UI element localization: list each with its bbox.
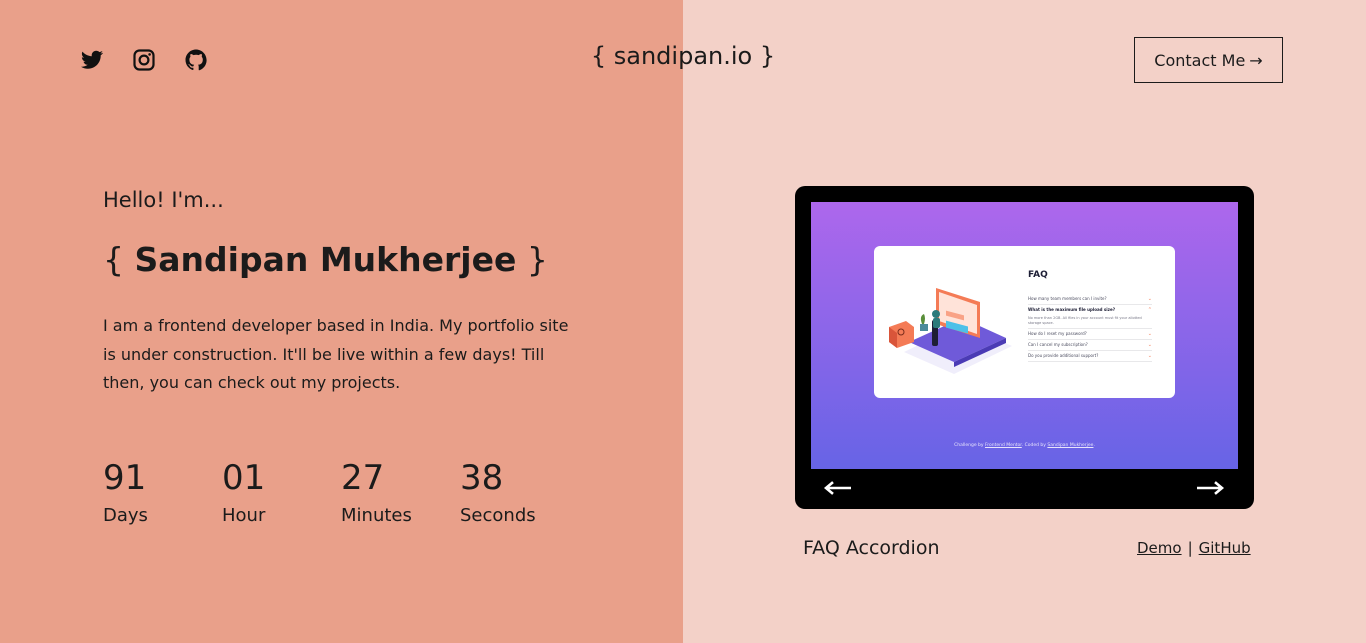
countdown: 91 Days 01 Hour 27 Minutes 38 Seconds (103, 456, 579, 526)
countdown-value: 01 (222, 458, 266, 498)
faq-question: How do I reset my password? (1028, 331, 1087, 336)
faq-item: How do I reset my password? ⌄ (1028, 329, 1152, 340)
faq-list: How many team members can I invite? ⌄ Wha… (1028, 294, 1152, 362)
github-link[interactable] (184, 48, 208, 72)
arrow-left-icon (823, 481, 851, 495)
countdown-value: 38 (460, 458, 504, 498)
arrow-right-icon: → (1249, 50, 1263, 70)
prev-project-button[interactable] (821, 478, 853, 498)
project-title: FAQ Accordion (803, 537, 940, 559)
faq-question: What is the maximum file upload size? (1028, 307, 1116, 312)
attribution-mid: . Coded by (1021, 443, 1048, 448)
project-links: Demo | GitHub (1137, 539, 1251, 557)
faq-question: How many team members can I invite? (1028, 296, 1107, 301)
faq-card-preview: FAQ How many team members can I invite? ⌄… (874, 246, 1175, 398)
faq-item: What is the maximum file upload size? ⌃ (1028, 305, 1152, 315)
countdown-label: Days (103, 505, 148, 526)
demo-link[interactable]: Demo (1137, 539, 1182, 557)
github-project-link[interactable]: GitHub (1199, 539, 1251, 557)
attribution-fm-link: Frontend Mentor (985, 443, 1022, 448)
name-brace-open: { (103, 240, 135, 279)
faq-title: FAQ (1028, 270, 1048, 280)
instagram-link[interactable] (132, 48, 156, 72)
attribution-end: . (1093, 443, 1095, 448)
next-project-button[interactable] (1195, 478, 1227, 498)
twitter-icon (81, 50, 103, 69)
faq-answer: No more than 2GB. All files in your acco… (1028, 315, 1152, 329)
link-separator: | (1187, 539, 1193, 557)
social-links (80, 48, 208, 72)
countdown-seconds: 38 Seconds (460, 456, 579, 526)
countdown-label: Hour (222, 505, 266, 526)
name-brace-close: } (516, 240, 548, 279)
countdown-days: 91 Days (103, 456, 222, 526)
countdown-label: Seconds (460, 505, 536, 526)
arrow-right-icon (1197, 481, 1225, 495)
contact-me-button[interactable]: Contact Me → (1134, 37, 1283, 83)
attribution-author-link: Sandipan Mukherjee (1047, 443, 1094, 448)
countdown-label: Minutes (341, 505, 412, 526)
project-preview-frame: FAQ How many team members can I invite? ⌄… (795, 186, 1254, 509)
faq-item: Do you provide additional support? ⌄ (1028, 351, 1152, 362)
countdown-minutes: 27 Minutes (341, 456, 460, 526)
countdown-value: 91 (103, 458, 147, 498)
faq-item: Can I cancel my subscription? ⌄ (1028, 340, 1152, 351)
chevron-up-icon: ⌃ (1147, 307, 1152, 313)
contact-me-label: Contact Me (1154, 50, 1246, 70)
preview-attribution: Challenge by Frontend Mentor. Coded by S… (811, 443, 1238, 448)
name-text: Sandipan Mukherjee (134, 240, 517, 279)
bio-text: I am a frontend developer based in India… (103, 316, 569, 393)
github-icon (185, 49, 207, 71)
chevron-down-icon: ⌄ (1147, 353, 1152, 359)
faq-question: Can I cancel my subscription? (1028, 342, 1088, 347)
instagram-icon (133, 49, 155, 71)
greeting: Hello! I'm... (103, 188, 224, 212)
twitter-link[interactable] (80, 48, 104, 72)
hero-name: { Sandipan Mukherjee } (103, 240, 548, 279)
faq-item: How many team members can I invite? ⌄ (1028, 294, 1152, 305)
countdown-hours: 01 Hour (222, 456, 341, 526)
chevron-down-icon: ⌄ (1147, 296, 1152, 302)
faq-question: Do you provide additional support? (1028, 353, 1099, 358)
countdown-value: 27 (341, 458, 385, 498)
project-screenshot[interactable]: FAQ How many team members can I invite? ⌄… (811, 202, 1238, 469)
chevron-down-icon: ⌄ (1147, 342, 1152, 348)
attribution-prefix: Challenge by (954, 443, 985, 448)
chevron-down-icon: ⌄ (1147, 331, 1152, 337)
woman-online-illustration (889, 288, 1012, 374)
